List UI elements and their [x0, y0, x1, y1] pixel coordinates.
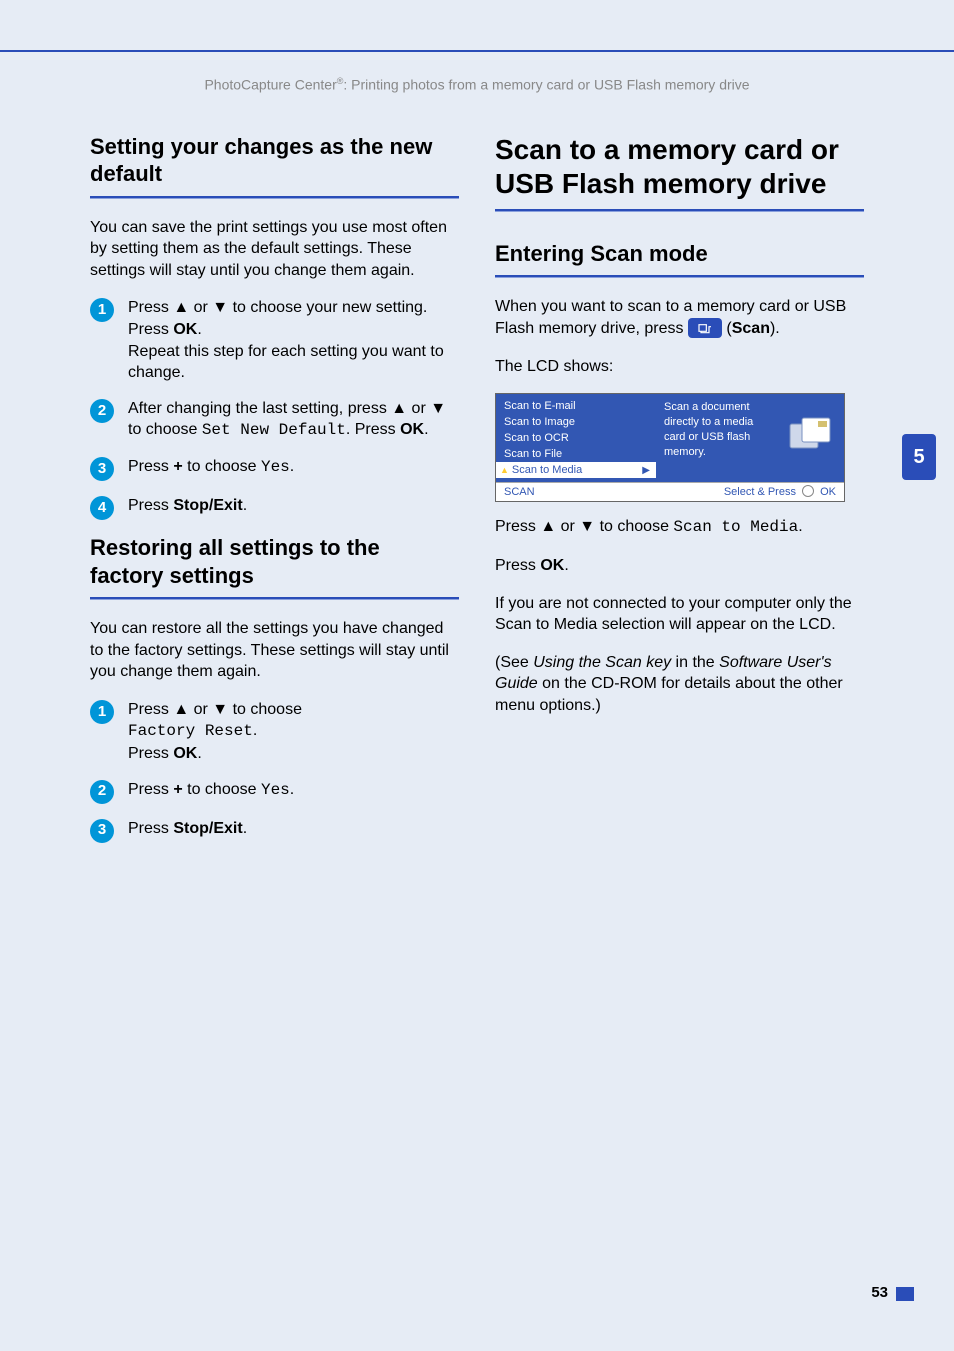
step-badge: 3: [90, 457, 114, 481]
lcd-menu-item: Scan to OCR: [496, 430, 656, 446]
running-header-prefix: PhotoCapture Center: [204, 77, 336, 93]
p-see-guide: (See Using the Scan key in the Software …: [495, 652, 864, 717]
right-column: Scan to a memory card or USB Flash memor…: [495, 133, 864, 857]
page-corner-mark: [896, 1287, 914, 1301]
up-arrow-icon: ▲: [500, 465, 509, 475]
memory-card-icon: [788, 416, 834, 454]
lcd-hint: Select & Press OK: [724, 486, 836, 498]
rule: [90, 597, 459, 600]
scan-intro: When you want to scan to a memory card o…: [495, 296, 864, 339]
step-1: 1 Press ▲ or ▼ to choose your new settin…: [90, 297, 459, 383]
left-column: Setting your changes as the new default …: [90, 133, 459, 857]
step-2: 2 Press + to choose Yes.: [90, 779, 459, 804]
step-badge: 1: [90, 700, 114, 724]
running-header: PhotoCapture Center®: Printing photos fr…: [40, 76, 914, 93]
steps-factory-reset: 1 Press ▲ or ▼ to choose Factory Reset.P…: [90, 699, 459, 843]
heading-factory-reset: Restoring all settings to the factory se…: [90, 534, 459, 589]
step-text: Press Stop/Exit.: [128, 495, 459, 520]
right-arrow-icon: ▶: [642, 465, 650, 476]
step-1: 1 Press ▲ or ▼ to choose Factory Reset.P…: [90, 699, 459, 765]
step-text: After changing the last setting, press ▲…: [128, 398, 459, 442]
lcd-screenshot: Scan to E-mail Scan to Image Scan to OCR…: [495, 393, 845, 502]
lcd-shows-label: The LCD shows:: [495, 356, 864, 378]
steps-set-default: 1 Press ▲ or ▼ to choose your new settin…: [90, 297, 459, 520]
intro-set-default: You can save the print settings you use …: [90, 217, 459, 282]
content-columns: Setting your changes as the new default …: [40, 133, 914, 857]
running-header-suffix: : Printing photos from a memory card or …: [343, 77, 749, 93]
lcd-top: Scan to E-mail Scan to Image Scan to OCR…: [496, 394, 844, 482]
lcd-bottom-bar: SCAN Select & Press OK: [496, 482, 844, 501]
step-3: 3 Press Stop/Exit.: [90, 818, 459, 843]
p-press-ok: Press OK.: [495, 555, 864, 577]
step-4: 4 Press Stop/Exit.: [90, 495, 459, 520]
page-number: 53: [871, 1284, 888, 1301]
rule: [495, 209, 864, 212]
lcd-menu: Scan to E-mail Scan to Image Scan to OCR…: [496, 394, 656, 482]
heading-scan-to-memory: Scan to a memory card or USB Flash memor…: [495, 133, 864, 201]
lcd-menu-item: Scan to Image: [496, 414, 656, 430]
step-badge: 4: [90, 496, 114, 520]
scan-key-icon: [688, 318, 722, 338]
p-not-connected: If you are not connected to your compute…: [495, 593, 864, 636]
lcd-description-pane: Scan a document directly to a media card…: [656, 394, 844, 482]
rule: [90, 196, 459, 199]
lcd-menu-item: Scan to E-mail: [496, 398, 656, 414]
intro-factory-reset: You can restore all the settings you hav…: [90, 618, 459, 683]
heading-set-default: Setting your changes as the new default: [90, 133, 459, 188]
step-text: Press Stop/Exit.: [128, 818, 459, 843]
step-2: 2 After changing the last setting, press…: [90, 398, 459, 442]
step-badge: 2: [90, 780, 114, 804]
p-choose-scan-to-media: Press ▲ or ▼ to choose Scan to Media.: [495, 516, 864, 539]
step-badge: 1: [90, 298, 114, 322]
step-badge: 3: [90, 819, 114, 843]
step-badge: 2: [90, 399, 114, 423]
step-text: Press ▲ or ▼ to choose Factory Reset.Pre…: [128, 699, 459, 765]
step-3: 3 Press + to choose Yes.: [90, 456, 459, 481]
heading-entering-scan: Entering Scan mode: [495, 240, 864, 268]
step-text: Press + to choose Yes.: [128, 779, 459, 804]
lcd-description-text: Scan a document directly to a media card…: [664, 400, 759, 459]
rule: [495, 275, 864, 278]
lcd-menu-item: Scan to File: [496, 446, 656, 462]
lcd-menu-item-selected: ▲Scan to Media ▶: [496, 462, 656, 478]
step-text: Press ▲ or ▼ to choose your new setting.…: [128, 297, 459, 383]
top-rule: [0, 50, 954, 52]
ok-ring-icon: [802, 485, 814, 497]
lcd-mode-label: SCAN: [504, 486, 535, 498]
chapter-tab: 5: [902, 434, 936, 480]
step-text: Press + to choose Yes.: [128, 456, 459, 481]
